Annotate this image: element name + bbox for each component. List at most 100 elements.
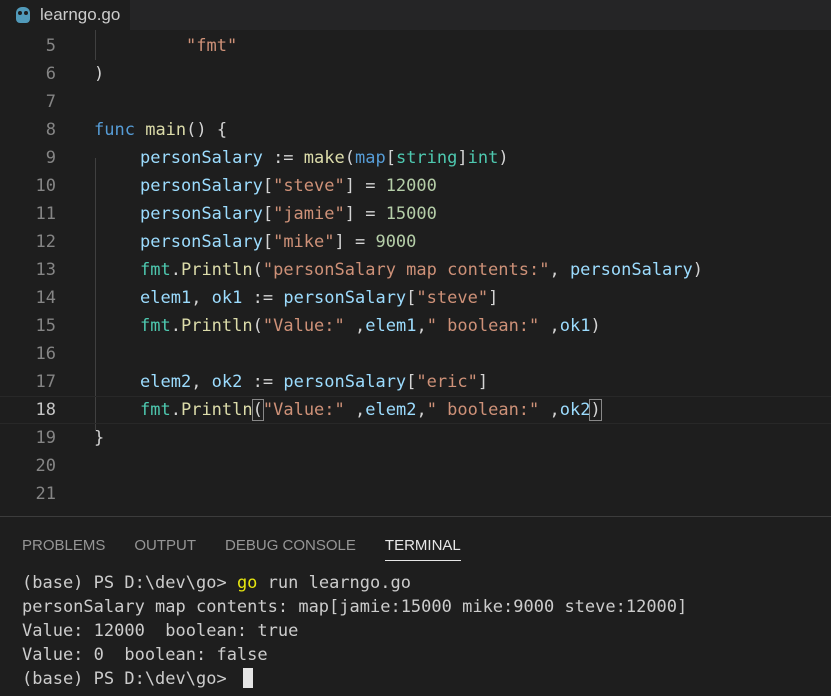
code-token: ok2 xyxy=(559,400,591,420)
line-number: 6 xyxy=(45,64,56,84)
code-token: ok2 xyxy=(211,372,243,392)
code-text: "fmt" xyxy=(186,36,237,56)
code-token: " boolean:" xyxy=(426,400,540,420)
line-number: 13 xyxy=(35,260,56,280)
code-token: } xyxy=(94,428,105,448)
code-line[interactable]: 14 elem1, ok1 := personSalary["steve"] xyxy=(0,284,831,312)
code-line[interactable]: 20 xyxy=(0,452,831,480)
code-line[interactable]: 21 xyxy=(0,480,831,508)
code-line[interactable]: 19} xyxy=(0,424,831,452)
code-token: [ xyxy=(262,232,274,252)
tab-output[interactable]: OUTPUT xyxy=(134,537,196,561)
code-token: ] xyxy=(457,148,468,168)
code-token: , xyxy=(344,400,366,420)
code-token: personSalary xyxy=(283,372,407,392)
code-token: elem2 xyxy=(140,372,192,392)
code-token: fmt xyxy=(140,260,171,280)
code-text: personSalary := make(map[string]int) xyxy=(140,148,509,168)
terminal-output[interactable]: (base) PS D:\dev\go> go run learngo.go p… xyxy=(22,571,687,691)
code-token: ok1 xyxy=(559,316,591,336)
line-number: 10 xyxy=(35,176,56,196)
code-token: "personSalary map contents:" xyxy=(262,260,550,280)
line-number: 12 xyxy=(35,232,56,252)
terminal-cursor xyxy=(242,668,253,688)
code-line[interactable]: 5 "fmt" xyxy=(0,32,831,60)
code-token: ] = xyxy=(334,232,376,252)
code-token: "steve" xyxy=(416,288,489,308)
code-token: make xyxy=(303,148,345,168)
code-text: fmt.Println("Value:" ,elem1," boolean:" … xyxy=(140,316,601,336)
code-token: " boolean:" xyxy=(426,316,540,336)
code-text: } xyxy=(94,428,104,448)
code-line[interactable]: 17 elem2, ok2 := personSalary["eric"] xyxy=(0,368,831,396)
code-token: := xyxy=(262,148,304,168)
code-token: ok1 xyxy=(211,288,243,308)
code-token: Println xyxy=(180,260,253,280)
code-token: , xyxy=(416,400,427,420)
tab-problems[interactable]: PROBLEMS xyxy=(22,537,105,561)
code-token: fmt xyxy=(140,316,171,336)
code-line[interactable]: 6) xyxy=(0,60,831,88)
code-token: 9000 xyxy=(375,232,417,252)
code-token: ] = xyxy=(344,204,386,224)
code-line[interactable]: 13 fmt.Println("personSalary map contents… xyxy=(0,256,831,284)
code-token: ( xyxy=(252,260,263,280)
code-text: func main() { xyxy=(94,120,227,140)
code-line[interactable]: 15 fmt.Println("Value:" ,elem1," boolean:… xyxy=(0,312,831,340)
file-tab-learngo[interactable]: learngo.go xyxy=(0,0,131,30)
line-number: 5 xyxy=(45,36,56,56)
matched-bracket: ( xyxy=(251,399,264,421)
line-number: 18 xyxy=(35,400,56,420)
code-line[interactable]: 12 personSalary["mike"] = 9000 xyxy=(0,228,831,256)
code-text: personSalary["steve"] = 12000 xyxy=(140,176,437,196)
line-number: 8 xyxy=(45,120,56,140)
code-token: 15000 xyxy=(385,204,437,224)
code-token: "steve" xyxy=(273,176,345,196)
editor-tab-bar: learngo.go xyxy=(0,0,831,30)
code-text: elem1, ok1 := personSalary["steve"] xyxy=(140,288,498,308)
file-tab-label: learngo.go xyxy=(40,5,121,24)
code-line[interactable]: 11 personSalary["jamie"] = 15000 xyxy=(0,200,831,228)
code-token: ] = xyxy=(344,176,386,196)
code-token: () { xyxy=(186,120,228,140)
code-token: ) xyxy=(94,64,105,84)
line-number: 7 xyxy=(45,92,56,112)
code-line[interactable]: 7 xyxy=(0,88,831,116)
code-token: func xyxy=(94,120,135,140)
code-line[interactable]: 10 personSalary["steve"] = 12000 xyxy=(0,172,831,200)
code-text: fmt.Println("personSalary map contents:"… xyxy=(140,260,703,280)
tab-debug-console[interactable]: DEBUG CONSOLE xyxy=(225,537,356,561)
code-token: ( xyxy=(344,148,355,168)
code-token: map xyxy=(354,148,386,168)
code-line[interactable]: 9 personSalary := make(map[string]int) xyxy=(0,144,831,172)
code-editor[interactable]: 5 "fmt" 6) 7 8 func main() { 9 personSalary := … xyxy=(0,30,831,516)
tab-terminal[interactable]: TERMINAL xyxy=(384,537,461,561)
code-token: elem1 xyxy=(140,288,192,308)
line-number: 15 xyxy=(35,316,56,336)
code-line[interactable]: 16 xyxy=(0,340,831,368)
gopher-icon xyxy=(16,7,30,23)
line-number: 20 xyxy=(35,456,56,476)
line-number: 11 xyxy=(35,204,56,224)
line-number: 17 xyxy=(35,372,56,392)
terminal-prompt: (base) PS D:\dev\go> xyxy=(22,573,237,593)
code-token: , xyxy=(416,316,427,336)
code-text: personSalary["jamie"] = 15000 xyxy=(140,204,437,224)
code-token: [ xyxy=(262,204,274,224)
line-number: 9 xyxy=(45,148,56,168)
code-token: ) xyxy=(590,316,601,336)
code-token: personSalary xyxy=(140,176,263,196)
terminal-line: (base) PS D:\dev\go> go run learngo.go xyxy=(22,571,687,595)
code-line[interactable]: 8 func main() { xyxy=(0,116,831,144)
code-token: ] xyxy=(488,288,499,308)
terminal-line: (base) PS D:\dev\go> xyxy=(22,667,687,691)
code-token: [ xyxy=(406,288,417,308)
code-line[interactable]: 18 fmt.Println("Value:" ,elem2," boolean:… xyxy=(0,396,831,424)
code-token: . xyxy=(170,400,181,420)
terminal-line: personSalary map contents: map[jamie:150… xyxy=(22,597,688,617)
code-token: personSalary xyxy=(569,260,693,280)
line-number: 14 xyxy=(35,288,56,308)
code-token: , xyxy=(539,316,560,336)
code-token: int xyxy=(467,148,499,168)
